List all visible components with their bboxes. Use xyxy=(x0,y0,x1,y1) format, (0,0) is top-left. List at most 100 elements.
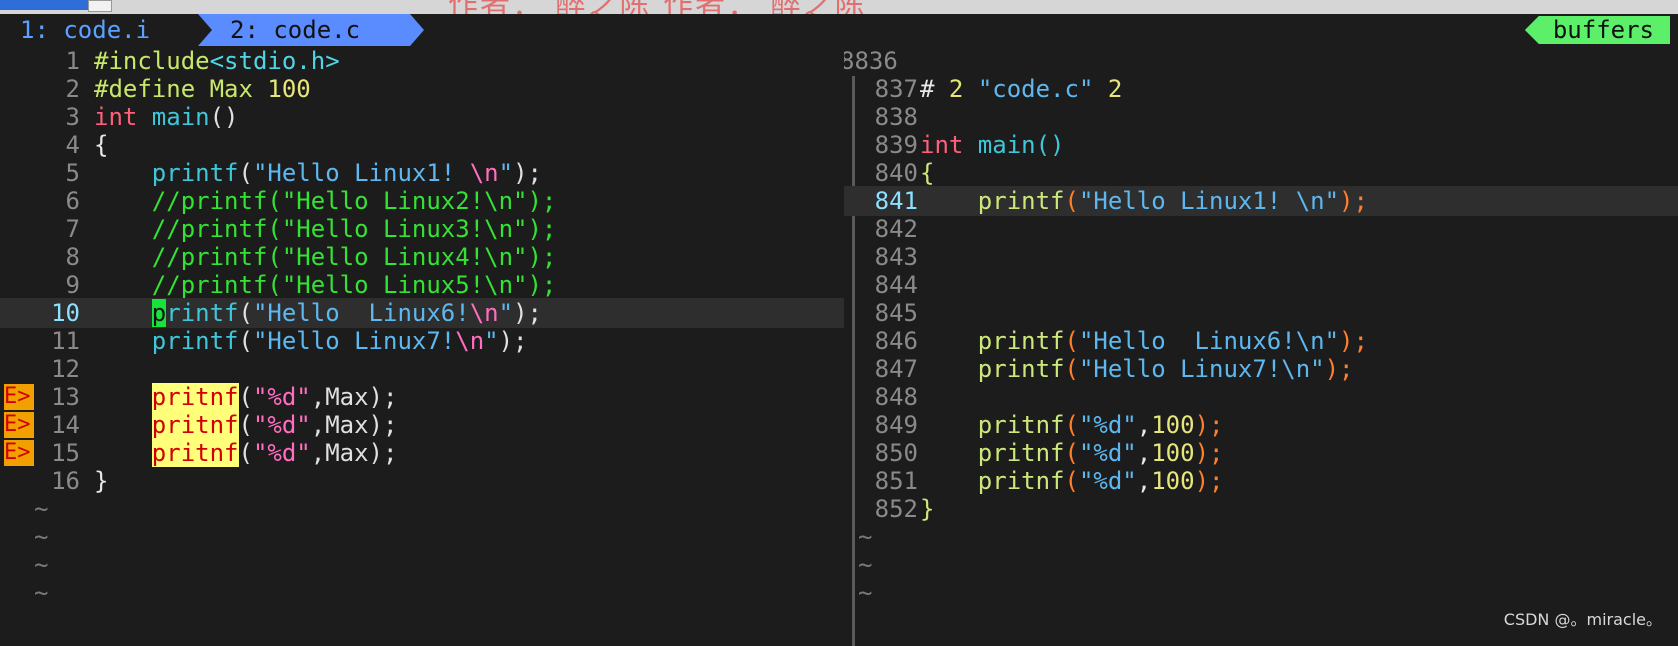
code-text[interactable]: #define Max 100 xyxy=(94,74,311,104)
buffers-indicator[interactable]: buffers xyxy=(1524,16,1670,44)
code-text[interactable]: { xyxy=(920,158,934,188)
line-number: 850 xyxy=(874,439,918,467)
code-line[interactable]: 3 int main() xyxy=(0,102,844,132)
code-text[interactable]: int main() xyxy=(920,130,1065,160)
code-line[interactable]: 845 xyxy=(844,298,1678,328)
code-text[interactable]: pritnf("%d",100); xyxy=(920,410,1224,440)
code-token: "%d" xyxy=(1078,467,1137,495)
code-line[interactable]: 7 //printf("Hello Linux3!\n"); xyxy=(0,214,844,244)
code-token: ( xyxy=(1064,411,1079,439)
code-text[interactable]: } xyxy=(94,466,108,496)
code-token: Max xyxy=(209,75,268,103)
right-editor-pane[interactable]: 8836 837 # 2 "code.c" 2 838 839 int main() 840… xyxy=(844,46,1678,638)
code-line[interactable]: 2 #define Max 100 xyxy=(0,74,844,104)
code-text[interactable]: pritnf("%d",100); xyxy=(920,466,1224,496)
code-line[interactable]: 838 xyxy=(844,102,1678,132)
code-text[interactable]: pritnf("%d",Max); xyxy=(94,410,397,440)
error-token: pritnf xyxy=(151,411,239,439)
code-token: ( xyxy=(238,439,253,467)
line-number: 14 xyxy=(51,411,80,439)
code-line[interactable]: 851 pritnf("%d",100); xyxy=(844,466,1678,496)
line-number: 842 xyxy=(874,215,918,243)
code-line[interactable]: E> 15 pritnf("%d",Max); xyxy=(0,438,844,468)
code-line[interactable]: E> 13 pritnf("%d",Max); xyxy=(0,382,844,412)
code-line[interactable]: 6 //printf("Hello Linux2!\n"); xyxy=(0,186,844,216)
code-line[interactable]: 840{ xyxy=(844,158,1678,188)
code-line[interactable]: 5 printf("Hello Linux1! \n"); xyxy=(0,158,844,188)
error-sign-icon[interactable]: E> xyxy=(4,412,34,438)
code-line[interactable]: 850 pritnf("%d",100); xyxy=(844,438,1678,468)
code-text[interactable]: printf("Hello Linux6!\n"); xyxy=(94,298,542,328)
code-text[interactable]: //printf("Hello Linux3!\n"); xyxy=(94,214,557,244)
code-line[interactable]: 837 # 2 "code.c" 2 xyxy=(844,74,1678,104)
code-text[interactable]: pritnf("%d",Max); xyxy=(94,382,397,412)
tilde-marker: ~ xyxy=(858,523,873,551)
code-text[interactable]: //printf("Hello Linux4!\n"); xyxy=(94,242,557,272)
code-token: printf xyxy=(977,355,1065,383)
code-text[interactable]: printf("Hello Linux7!\n"); xyxy=(94,326,528,356)
code-line[interactable]: 12 xyxy=(0,354,844,384)
code-line[interactable]: 9 //printf("Hello Linux5!\n"); xyxy=(0,270,844,300)
line-number: 10 xyxy=(51,299,80,327)
code-token: printf xyxy=(977,187,1065,215)
tilde-marker: ~ xyxy=(858,551,873,579)
code-token: { xyxy=(94,131,109,159)
code-line[interactable]: 841 printf("Hello Linux1! \n"); xyxy=(844,186,1678,216)
code-line[interactable]: 1 #include<stdio.h> xyxy=(0,46,844,76)
code-text[interactable]: int main() xyxy=(94,102,239,132)
code-token: "Hello Linux7! xyxy=(252,327,456,355)
code-token: } xyxy=(920,495,935,523)
code-token: ( xyxy=(238,159,253,187)
error-sign-icon[interactable]: E> xyxy=(4,384,34,410)
code-line[interactable]: 844 xyxy=(844,270,1678,300)
code-text[interactable]: } xyxy=(920,494,934,524)
code-line[interactable]: 10 printf("Hello Linux6!\n"); xyxy=(0,298,844,328)
window-tab-button[interactable] xyxy=(88,0,112,12)
code-text[interactable]: { xyxy=(94,130,108,160)
left-editor-pane[interactable]: 1 #include<stdio.h> 2 #define Max 100 3 int m… xyxy=(0,46,844,638)
code-token: "%d" xyxy=(252,383,311,411)
code-token: " xyxy=(498,299,514,327)
code-line[interactable]: 849 pritnf("%d",100); xyxy=(844,410,1678,440)
line-number: 844 xyxy=(874,271,918,299)
code-token: ); xyxy=(513,299,542,327)
code-text[interactable]: printf("Hello Linux1! \n"); xyxy=(94,158,542,188)
code-text[interactable]: printf("Hello Linux6!\n"); xyxy=(920,326,1368,356)
code-line[interactable]: 16} xyxy=(0,466,844,496)
code-token: ); xyxy=(1194,467,1224,495)
code-line[interactable]: 843 xyxy=(844,242,1678,272)
code-text[interactable]: pritnf("%d",Max); xyxy=(94,438,397,468)
tab-code-c[interactable]: 2: code.c xyxy=(198,14,424,46)
code-token: ( xyxy=(238,411,253,439)
line-number: 2 xyxy=(65,75,80,103)
code-text[interactable]: # 2 "code.c" 2 xyxy=(920,74,1122,104)
code-text[interactable]: //printf("Hello Linux2!\n"); xyxy=(94,186,557,216)
code-text[interactable]: #include<stdio.h> xyxy=(94,46,340,76)
code-line[interactable]: 842 xyxy=(844,214,1678,244)
code-token: ); xyxy=(513,159,542,187)
line-number: 13 xyxy=(51,383,80,411)
code-text[interactable]: printf("Hello Linux7!\n"); xyxy=(920,354,1354,384)
tab-code-i[interactable]: 1: code.i xyxy=(0,14,198,46)
code-text[interactable]: pritnf("%d",100); xyxy=(920,438,1224,468)
code-line[interactable]: 848 xyxy=(844,382,1678,412)
error-sign-icon[interactable]: E> xyxy=(4,440,34,466)
code-line[interactable]: 846 printf("Hello Linux6!\n"); xyxy=(844,326,1678,356)
empty-line-marker: ~ xyxy=(844,550,1678,580)
code-line[interactable]: 8 //printf("Hello Linux4!\n"); xyxy=(0,242,844,272)
code-text[interactable]: //printf("Hello Linux5!\n"); xyxy=(94,270,557,300)
code-text[interactable]: printf("Hello Linux1! \n"); xyxy=(920,186,1368,216)
empty-line-marker: ~ xyxy=(844,578,1678,608)
code-line[interactable]: 11 printf("Hello Linux7!\n"); xyxy=(0,326,844,356)
code-line[interactable]: 847 printf("Hello Linux7!\n"); xyxy=(844,354,1678,384)
code-line[interactable]: 852} xyxy=(844,494,1678,524)
code-token: "Hello Linux1! xyxy=(252,159,470,187)
code-line[interactable]: 839 int main() xyxy=(844,130,1678,160)
code-line[interactable]: E> 14 pritnf("%d",Max); xyxy=(0,410,844,440)
window-tab-active[interactable] xyxy=(0,0,88,10)
line-number: 8 xyxy=(65,243,80,271)
code-line[interactable]: 4{ xyxy=(0,130,844,160)
